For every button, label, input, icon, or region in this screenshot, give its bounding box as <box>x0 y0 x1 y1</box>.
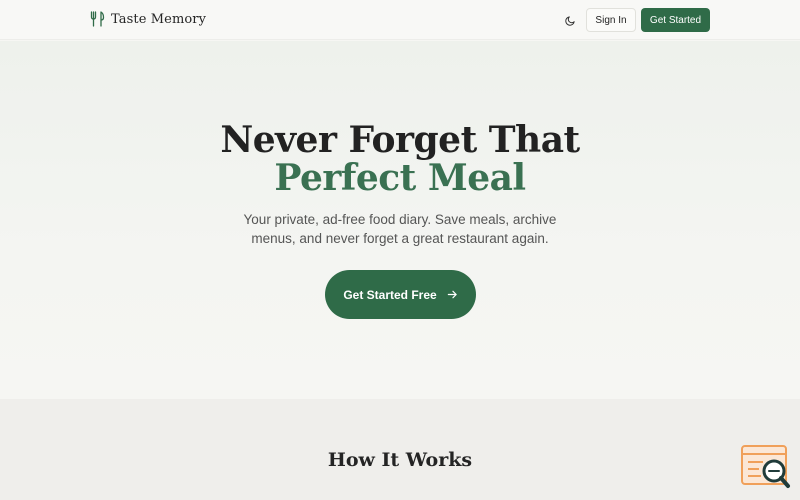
sign-in-button[interactable]: Sign In <box>586 8 636 32</box>
brand-name: Taste Memory <box>111 11 207 27</box>
how-it-works-title: How It Works <box>327 449 473 471</box>
cta-label: Get Started Free <box>343 287 437 302</box>
help-search-icon <box>741 445 790 488</box>
brand-logo[interactable]: Taste Memory <box>90 11 206 27</box>
theme-toggle-button[interactable] <box>561 11 579 29</box>
site-header: Taste Memory Sign In Get Started <box>0 0 800 40</box>
help-widget-button[interactable] <box>741 444 791 490</box>
hero-subtitle: Your private, ad-free food diary. Save m… <box>243 212 557 246</box>
hero-title-line2: Perfect Meal <box>274 157 526 199</box>
get-started-button[interactable]: Get Started <box>641 8 710 32</box>
arrow-right-icon <box>447 290 457 299</box>
utensils-icon <box>90 11 105 27</box>
hero-title-line1: Never Forget That <box>220 119 580 161</box>
moon-icon <box>564 15 575 26</box>
get-started-free-button[interactable]: Get Started Free <box>325 270 476 319</box>
